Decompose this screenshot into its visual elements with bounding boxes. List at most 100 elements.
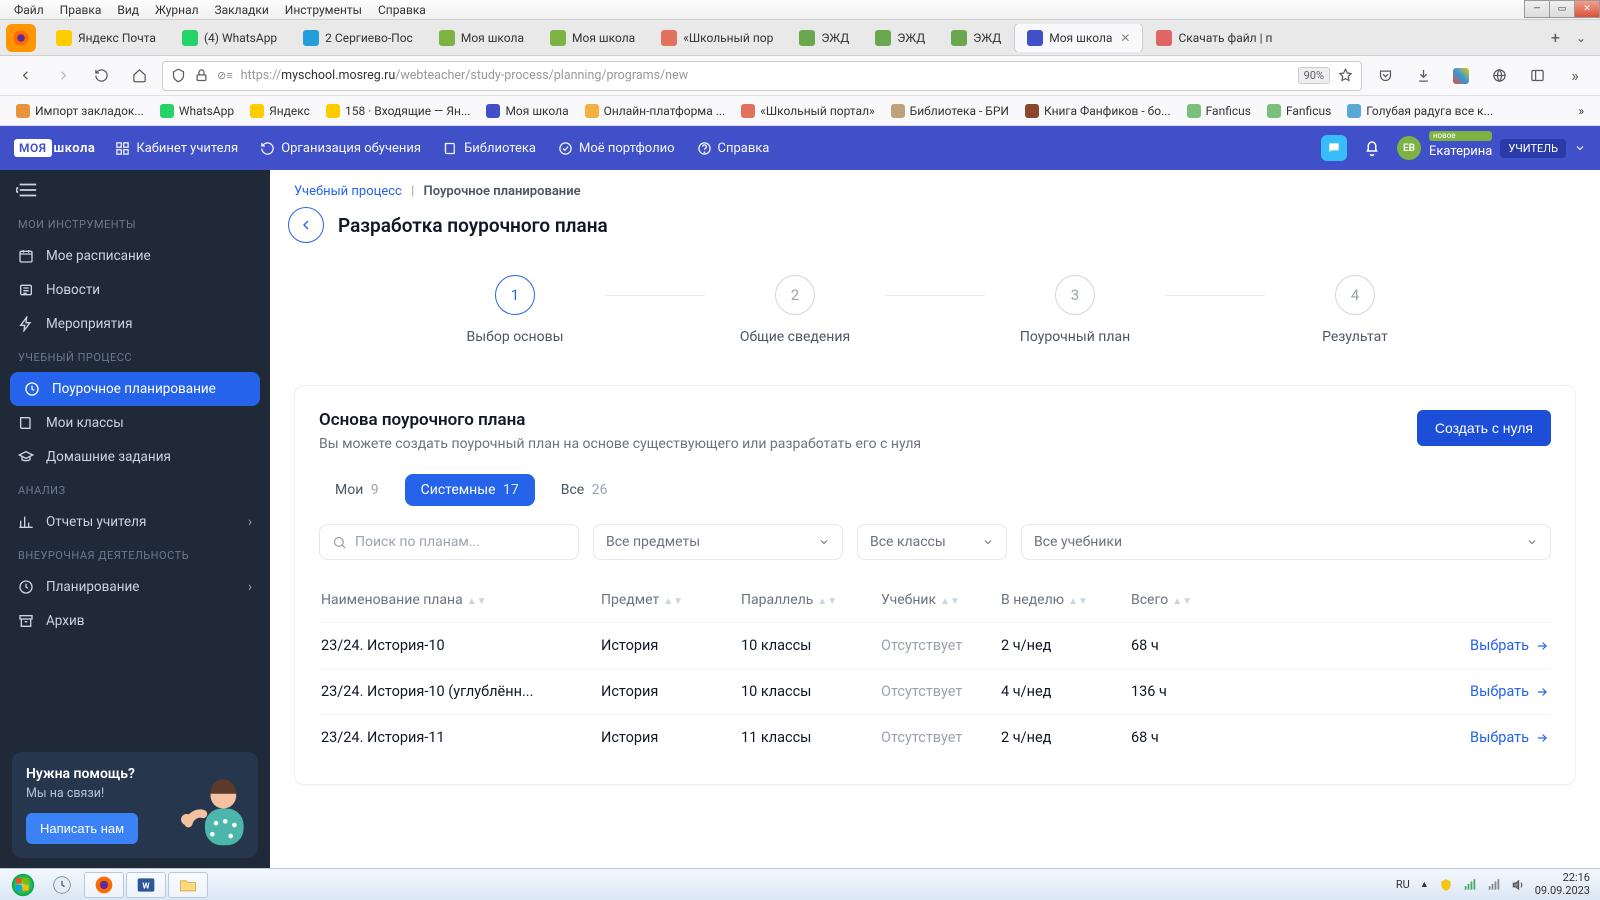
pocket-icon[interactable] xyxy=(1370,61,1400,91)
bookmark-star-icon[interactable] xyxy=(1338,68,1353,83)
app-nav-item[interactable]: Кабинет учителя xyxy=(115,141,238,156)
search-input[interactable]: Поиск по планам... xyxy=(319,524,579,560)
taskbar-lang[interactable]: RU xyxy=(1396,878,1410,891)
step[interactable]: 4Результат xyxy=(1265,275,1445,345)
tray-network2-icon[interactable] xyxy=(1487,878,1501,892)
browser-tab[interactable]: Моя школа✕ xyxy=(1015,24,1142,52)
back-button[interactable] xyxy=(10,61,40,91)
downloads-icon[interactable] xyxy=(1408,61,1438,91)
step[interactable]: 3Поурочный план xyxy=(985,275,1165,345)
browser-tab[interactable]: ЭЖД xyxy=(939,24,1013,52)
sidebar-item[interactable]: Планирование› xyxy=(0,570,270,604)
book-select[interactable]: Все учебники xyxy=(1021,524,1551,560)
home-button[interactable] xyxy=(124,61,154,91)
bookmark-item[interactable]: Онлайн-платформа ... xyxy=(579,101,732,121)
column-header[interactable]: Наименование плана▲▼ xyxy=(321,592,601,608)
menu-edit[interactable]: Правка xyxy=(52,1,110,19)
breadcrumb-link[interactable]: Учебный процесс xyxy=(294,184,402,199)
sidebar-item[interactable]: Новости xyxy=(0,273,270,307)
tray-up-icon[interactable]: ▲ xyxy=(1420,879,1429,890)
browser-tab[interactable]: ЭЖД xyxy=(863,24,937,52)
tray-volume-icon[interactable] xyxy=(1511,878,1525,892)
menu-tools[interactable]: Инструменты xyxy=(277,1,370,19)
overflow-toolbar-icon[interactable]: » xyxy=(1560,61,1590,91)
window-maximize-icon[interactable]: ▭ xyxy=(1549,0,1575,18)
browser-tab[interactable]: ЭЖД xyxy=(787,24,861,52)
window-minimize-icon[interactable]: — xyxy=(1524,0,1550,18)
browser-tab[interactable]: «Школьный пор xyxy=(649,24,785,52)
address-bar[interactable]: ⊘≡ https://myschool.mosreg.ru/webteacher… xyxy=(162,61,1362,91)
bookmark-item[interactable]: Моя школа xyxy=(480,101,574,121)
column-header[interactable]: В неделю▲▼ xyxy=(1001,592,1131,608)
menu-view[interactable]: Вид xyxy=(109,1,147,19)
taskbar-clock-app[interactable] xyxy=(42,872,82,898)
app-logo[interactable]: МОЯшкола xyxy=(14,139,95,157)
bookmark-item[interactable]: WhatsApp xyxy=(154,101,240,121)
bookmark-item[interactable]: Яндекс xyxy=(244,101,316,121)
step[interactable]: 2Общие сведения xyxy=(705,275,885,345)
firefox-icon[interactable] xyxy=(6,24,36,52)
subject-select[interactable]: Все предметы xyxy=(593,524,843,560)
browser-tab[interactable]: Моя школа xyxy=(427,24,536,52)
sidebar-collapse-icon[interactable] xyxy=(0,182,270,208)
tab-overflow-icon[interactable]: ⌄ xyxy=(1568,27,1594,49)
create-from-scratch-button[interactable]: Создать с нуля xyxy=(1417,410,1551,446)
browser-tab[interactable]: Моя школа xyxy=(538,24,647,52)
user-chip[interactable]: ЕВ новоеЕкатерина УЧИТЕЛЬ xyxy=(1397,136,1586,160)
sidebar-item[interactable]: Отчеты учителя› xyxy=(0,505,270,539)
app-nav-item[interactable]: Моё портфолио xyxy=(558,141,675,156)
sidebar-item[interactable]: Мероприятия xyxy=(0,307,270,341)
column-header[interactable]: Предмет▲▼ xyxy=(601,592,741,608)
taskbar-word[interactable]: W xyxy=(126,872,166,898)
column-header[interactable]: Параллель▲▼ xyxy=(741,592,881,608)
column-header[interactable]: Учебник▲▼ xyxy=(881,592,1001,608)
select-button[interactable]: Выбрать xyxy=(1251,637,1549,654)
bell-icon[interactable] xyxy=(1363,139,1381,157)
bookmark-item[interactable]: Fanficus xyxy=(1261,101,1337,121)
app-nav-item[interactable]: Организация обучения xyxy=(260,141,421,156)
sidebar-toggle-icon[interactable] xyxy=(1522,61,1552,91)
window-close-icon[interactable]: ✕ xyxy=(1574,0,1600,18)
select-button[interactable]: Выбрать xyxy=(1251,729,1549,746)
menu-history[interactable]: Журнал xyxy=(147,1,207,19)
bookmark-item[interactable]: Импорт закладок... xyxy=(10,101,150,121)
filter-tab[interactable]: Системные 17 xyxy=(405,474,535,506)
help-write-button[interactable]: Написать нам xyxy=(26,813,138,844)
tray-network-icon[interactable] xyxy=(1463,878,1477,892)
filter-tab[interactable]: Все 26 xyxy=(545,474,624,506)
bookmark-item[interactable]: Библиотека - БРИ xyxy=(885,101,1015,121)
bookmark-item[interactable]: «Школьный портал» xyxy=(735,101,880,121)
filter-tab[interactable]: Мои 9 xyxy=(319,474,395,506)
bookmark-item[interactable]: 158 · Входящие — Ян... xyxy=(320,101,476,121)
menu-file[interactable]: Файл xyxy=(6,1,52,19)
close-icon[interactable]: ✕ xyxy=(1120,31,1130,45)
back-circle-button[interactable] xyxy=(288,207,324,243)
forward-button[interactable] xyxy=(48,61,78,91)
browser-tab[interactable]: Яндекс Почта xyxy=(44,24,168,52)
chat-icon[interactable] xyxy=(1321,135,1347,161)
menu-bookmarks[interactable]: Закладки xyxy=(207,1,277,19)
sidebar-item[interactable]: Архив xyxy=(0,604,270,638)
bookmarks-overflow-icon[interactable]: » xyxy=(1572,104,1590,118)
ext2-icon[interactable] xyxy=(1484,61,1514,91)
tray-shield-icon[interactable] xyxy=(1439,878,1453,892)
new-tab-button[interactable]: + xyxy=(1543,24,1568,51)
sidebar-item[interactable]: Поурочное планирование xyxy=(10,372,260,406)
zoom-badge[interactable]: 90% xyxy=(1298,67,1330,84)
column-header[interactable]: Всего▲▼ xyxy=(1131,592,1251,608)
sidebar-item[interactable]: Мое расписание xyxy=(0,239,270,273)
ext1-icon[interactable] xyxy=(1446,61,1476,91)
class-select[interactable]: Все классы xyxy=(857,524,1007,560)
browser-tab[interactable]: (4) WhatsApp xyxy=(170,24,289,52)
select-button[interactable]: Выбрать xyxy=(1251,683,1549,700)
taskbar-explorer[interactable] xyxy=(168,872,208,898)
taskbar-firefox[interactable] xyxy=(84,872,124,898)
app-nav-item[interactable]: Библиотека xyxy=(443,141,536,156)
menu-help[interactable]: Справка xyxy=(370,1,434,19)
browser-tab[interactable]: 2 Сергиево-Пос xyxy=(291,24,425,52)
bookmark-item[interactable]: Fanficus xyxy=(1181,101,1257,121)
browser-tab[interactable]: Скачать файл | п xyxy=(1144,24,1284,52)
reload-button[interactable] xyxy=(86,61,116,91)
sidebar-item[interactable]: Мои классы xyxy=(0,406,270,440)
start-button[interactable] xyxy=(6,872,40,898)
